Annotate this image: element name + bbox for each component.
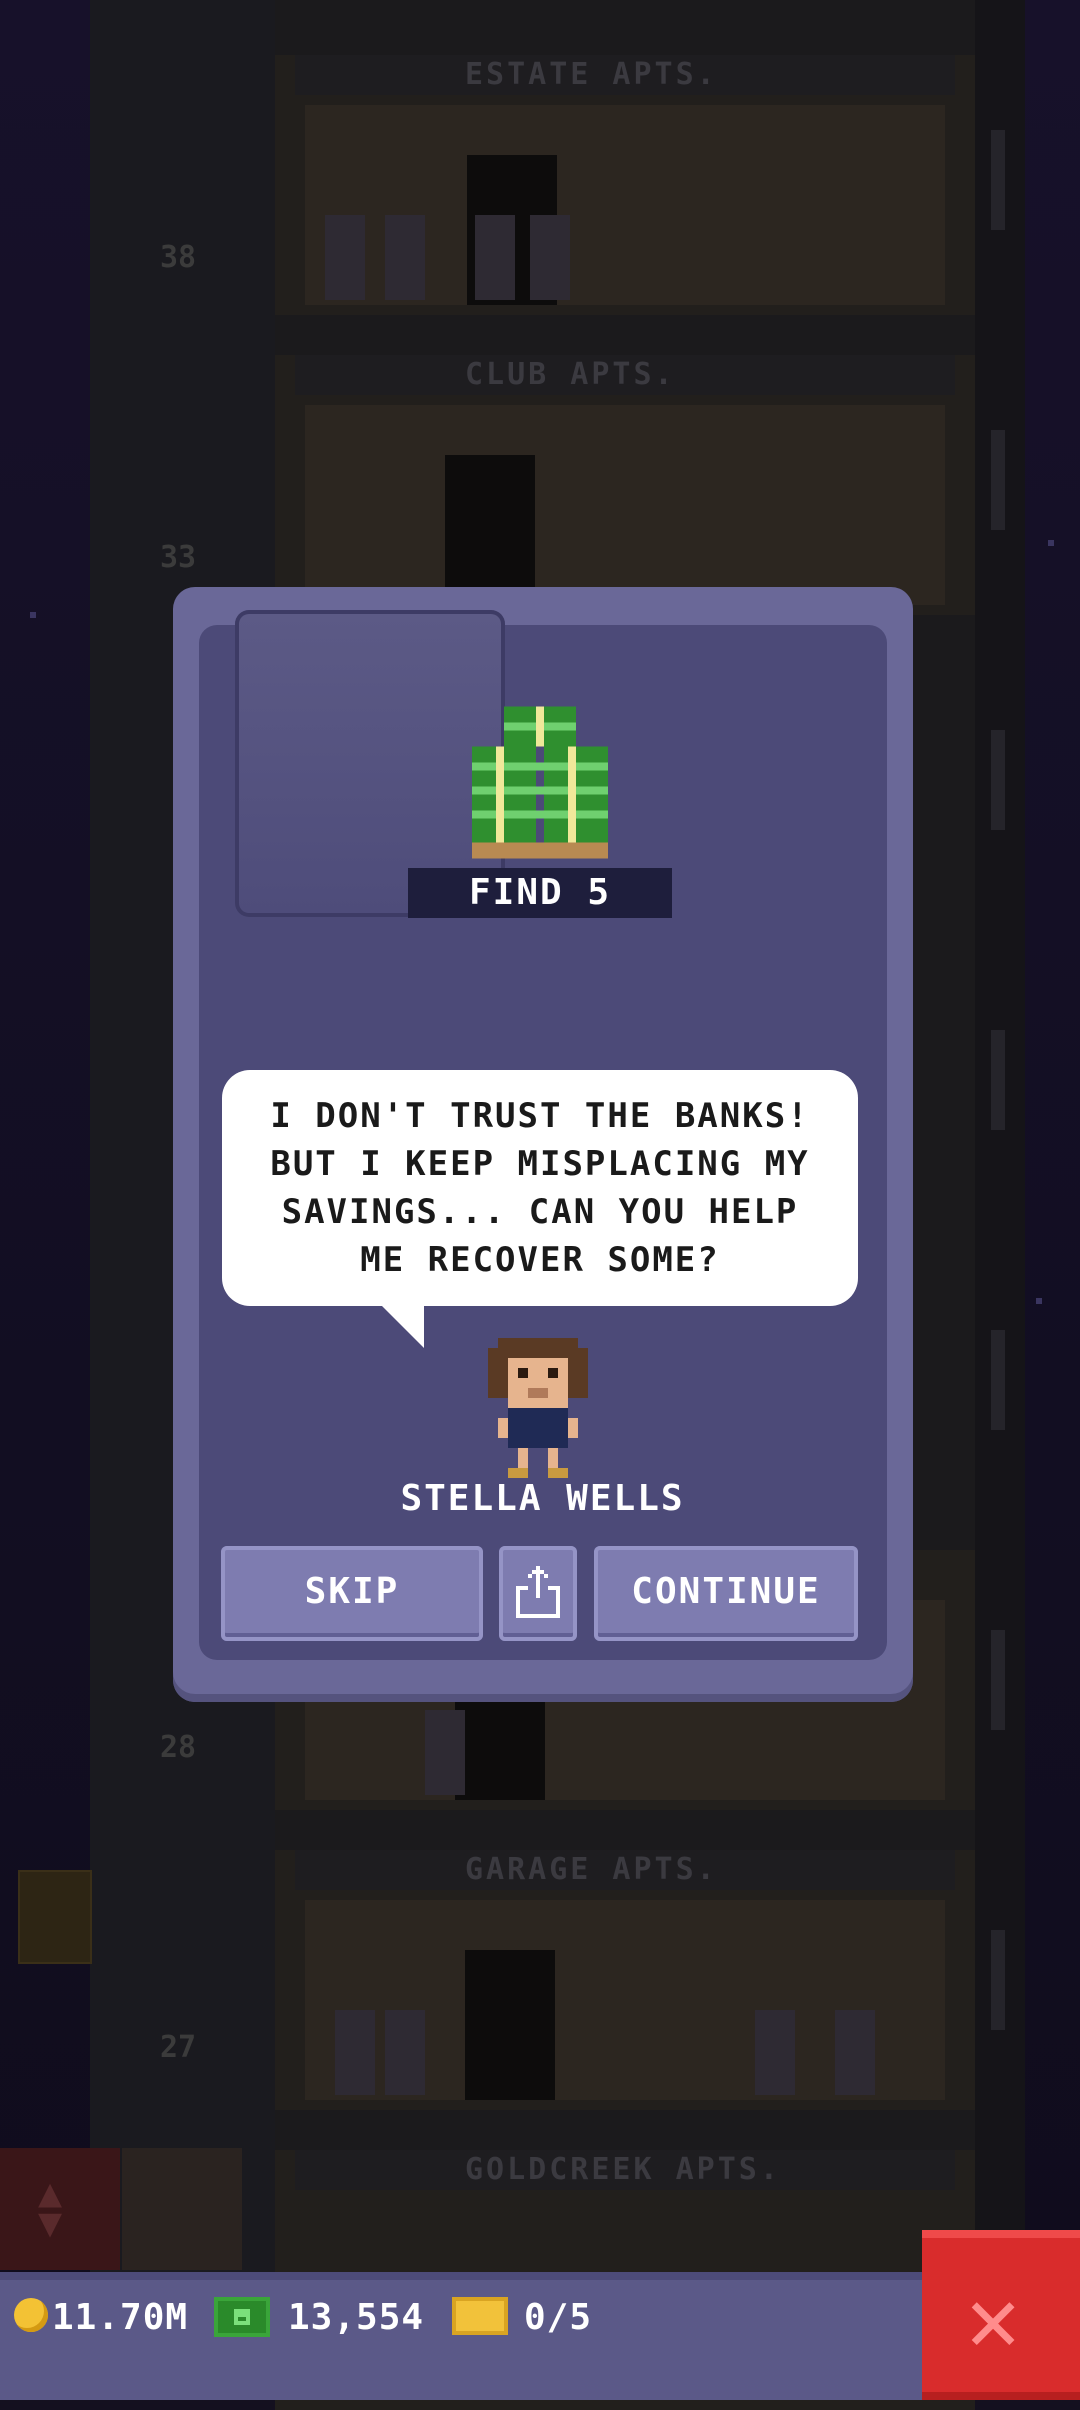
mission-objective: FIND 5 <box>408 868 672 918</box>
coin-icon <box>14 2298 48 2332</box>
floor-club-apts[interactable]: CLUB APTS. <box>275 355 975 615</box>
share-button[interactable] <box>499 1546 577 1641</box>
resident <box>335 2010 375 2095</box>
golden-ticket-icon <box>452 2297 508 2335</box>
resident <box>475 215 515 300</box>
bux-balance[interactable]: 13,554 <box>288 2296 424 2340</box>
floor-label: ESTATE APTS. <box>295 55 955 95</box>
tower-bux-icon <box>214 2297 270 2337</box>
continue-button[interactable]: CONTINUE <box>594 1546 858 1641</box>
resident <box>385 215 425 300</box>
room <box>305 405 945 605</box>
build-button[interactable] <box>122 2148 242 2270</box>
npc-name: STELLA WELLS <box>400 1478 685 1519</box>
star <box>1036 1298 1042 1304</box>
skip-button[interactable]: SKIP <box>221 1546 483 1641</box>
floor-estate-apts[interactable]: ESTATE APTS. <box>275 55 975 315</box>
floor-label: CLUB APTS. <box>295 355 955 395</box>
window <box>991 130 1005 230</box>
star <box>30 612 36 618</box>
resident <box>530 215 570 300</box>
speech-bubble: I DON'T TRUST THE BANKS! BUT I KEEP MISP… <box>222 1070 858 1306</box>
floor-number: 27 <box>160 2030 197 2065</box>
window <box>991 1330 1005 1430</box>
npc-dialogue: I DON'T TRUST THE BANKS! BUT I KEEP MISP… <box>270 1096 810 1280</box>
up-down-arrows-icon: ▲ ▼ <box>38 2170 63 2246</box>
door <box>445 455 535 605</box>
window <box>991 1630 1005 1730</box>
floor-number: 33 <box>160 540 197 575</box>
window <box>991 730 1005 830</box>
side-event-icon[interactable] <box>18 1870 92 1964</box>
window <box>991 1930 1005 2030</box>
coin-balance[interactable]: 11.70M <box>52 2296 188 2340</box>
floor-garage-apts[interactable]: GARAGE APTS. <box>275 1850 975 2110</box>
share-icon <box>516 1566 560 1618</box>
tower-edge <box>975 0 1025 2290</box>
floor-number: 38 <box>160 240 197 275</box>
ticket-count[interactable]: 0/5 <box>524 2296 592 2340</box>
close-button[interactable]: ✕ <box>922 2230 1080 2400</box>
resident <box>755 2010 795 2095</box>
speech-bubble-tail <box>380 1304 424 1348</box>
window <box>991 1030 1005 1130</box>
close-icon: ✕ <box>966 2267 1021 2372</box>
resident <box>325 215 365 300</box>
door <box>465 1950 555 2100</box>
elevator-button[interactable]: ▲ ▼ <box>0 2148 120 2270</box>
star <box>1048 540 1054 546</box>
window <box>991 430 1005 530</box>
floor-number: 28 <box>160 1730 197 1765</box>
resident <box>425 1710 465 1795</box>
cash-stack-icon <box>472 706 608 859</box>
floor-label: GOLDCREEK APTS. <box>295 2150 955 2190</box>
resident <box>385 2010 425 2095</box>
npc-avatar <box>488 1338 588 1478</box>
resident <box>835 2010 875 2095</box>
floor-label: GARAGE APTS. <box>295 1850 955 1890</box>
